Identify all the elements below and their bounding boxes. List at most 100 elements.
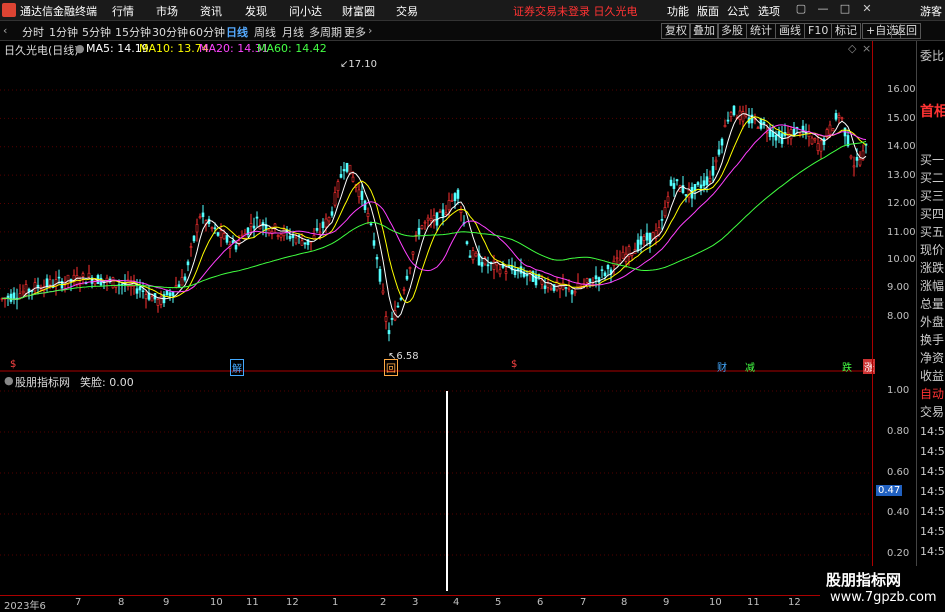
quote-row-label: 自动 [920,387,945,401]
collapse-icon[interactable]: ‹ [3,24,7,37]
menu-item-layout[interactable]: 版面 [697,3,719,19]
candle-body [519,266,523,274]
candle-body [366,212,370,217]
candle-body [255,216,259,219]
quote-row-label: 收益 [920,369,945,383]
quote-row-label: 买五 [920,225,945,239]
candle-body [402,289,406,291]
candle-body [666,196,670,203]
back-button[interactable]: 返回 [891,23,921,39]
watermark-title: 股朋指标网 [826,571,902,589]
candle-body [636,239,640,252]
candle-body [471,250,475,261]
candle-body [426,217,430,221]
event-marker-unlock[interactable]: 解 [230,359,244,376]
candle-body [534,274,538,286]
statistics-button[interactable]: 统计 [746,23,776,39]
adjust-button[interactable]: 复权 [661,23,691,39]
candle-body [384,316,388,322]
candle-body [252,225,256,229]
tab-period-multi[interactable]: 多周期 [309,24,342,40]
tab-period-more[interactable]: 更多 [344,24,366,40]
menu-item-news[interactable]: 资讯 [200,3,222,19]
date-tick: 2 [380,597,387,608]
tab-period-weekly[interactable]: 周线 [254,24,276,40]
candle-body [351,176,355,182]
tab-period-30min[interactable]: 30分钟 [152,24,188,40]
indicator-tick: 0.40 [887,507,910,518]
candle-body [453,193,457,202]
tab-period-15min[interactable]: 15分钟 [115,24,151,40]
candle-body [279,234,283,238]
tab-period-5min[interactable]: 5分钟 [82,24,111,40]
chevron-right-icon[interactable]: › [368,24,372,37]
f10-button[interactable]: F10 [804,23,833,39]
maximize-icon[interactable]: □ [837,2,853,16]
window-icon[interactable]: ▢ [793,2,809,16]
menu-item-discover[interactable]: 发现 [245,3,267,19]
candle-body [828,124,832,135]
candle-body [660,219,664,221]
multi-stock-button[interactable]: 多股 [717,23,747,39]
candle-body [600,269,604,271]
event-marker-reduce[interactable]: 减 [745,359,755,374]
tab-period-1min[interactable]: 1分钟 [49,24,78,40]
candle-body [363,200,367,210]
tab-period-daily[interactable]: 日线 [226,24,248,40]
tab-period-monthly[interactable]: 月线 [282,24,304,40]
menu-item-wealth[interactable]: 财富圈 [342,3,375,19]
candle-body [324,218,328,228]
candle-body [168,292,172,297]
candle-body [525,274,529,277]
candle-body [726,119,730,122]
candle-body [717,149,721,155]
menu-item-functions[interactable]: 功能 [667,3,689,19]
menu-item-trade[interactable]: 交易 [396,3,418,19]
guest-label[interactable]: 游客 [920,3,942,19]
menu-item-quotes[interactable]: 行情 [112,3,134,19]
menu-item-options[interactable]: 选项 [758,3,780,19]
candle-body [138,286,142,291]
candle-body [48,279,52,286]
candle-body [696,182,700,185]
candle-body [762,121,766,124]
settings-icon[interactable]: ● [4,374,14,387]
candlestick-chart[interactable] [0,41,872,591]
date-tick: 10 [709,597,722,608]
candle-body [798,132,802,135]
candle-body [177,284,181,288]
close-icon[interactable]: ✕ [859,2,875,16]
indicator-tick: 0.20 [887,548,910,559]
trade-time: 14:56 [920,545,945,558]
event-marker-buyback[interactable]: 回 [384,359,398,376]
minimize-icon[interactable]: — [815,2,831,16]
candle-body [135,288,139,294]
event-marker-drop[interactable]: 跌 [842,359,852,374]
candle-body [480,262,484,267]
event-marker[interactable]: $ [511,359,517,370]
menu-item-assistant[interactable]: 问小达 [289,3,322,19]
candle-body [372,240,376,246]
high-price-label: ↙17.10 [340,59,378,70]
candle-body [438,211,442,213]
menu-item-market[interactable]: 市场 [156,3,178,19]
indicator-title[interactable]: 股朋指标网 [15,374,70,390]
candle-body [606,265,610,270]
candle-body [378,268,382,282]
trade-time: 14:56 [920,445,945,458]
menu-item-formula[interactable]: 公式 [727,3,749,19]
overlay-button[interactable]: 叠加 [689,23,719,39]
indicator-tick: 0.60 [887,467,910,478]
mark-button[interactable]: 标记 [831,23,861,39]
candle-body [291,235,295,238]
candle-body [849,155,853,159]
event-marker-finance[interactable]: 财 [717,359,727,374]
event-marker[interactable]: $ [10,359,16,370]
quote-row-label: 净资 [920,351,945,365]
candle-body [645,232,649,241]
candle-body [111,277,115,289]
tab-period-timeshare[interactable]: 分时 [22,24,44,40]
tab-period-60min[interactable]: 60分钟 [189,24,225,40]
draw-line-button[interactable]: 画线 [775,23,805,39]
price-tick: 14.00 [887,141,916,152]
